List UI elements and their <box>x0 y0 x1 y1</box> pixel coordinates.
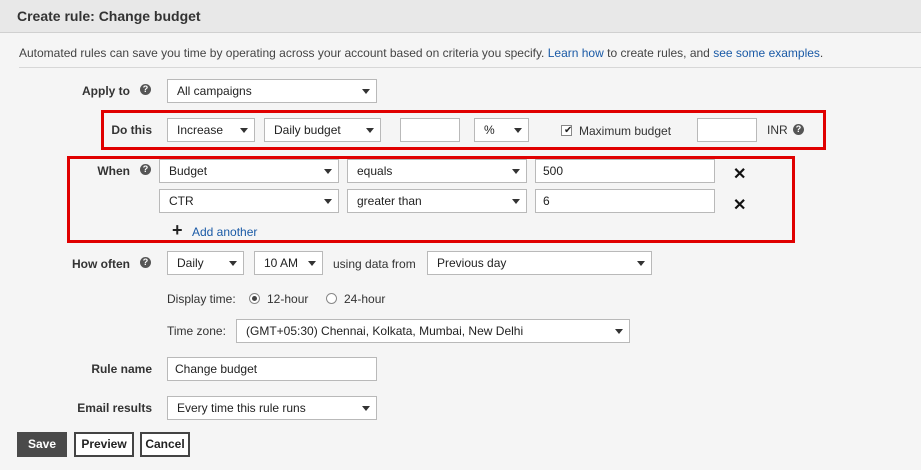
apply-to-select-value: All campaigns <box>177 84 252 98</box>
chevron-down-icon <box>324 169 332 174</box>
12-hour-radio[interactable] <box>249 293 260 304</box>
action-select-value: Increase <box>177 123 224 137</box>
budget-type-select-value: Daily budget <box>274 123 341 137</box>
dialog-title: Create rule: Change budget <box>17 8 201 24</box>
24-hour-radio[interactable] <box>326 293 337 304</box>
currency-label: INR <box>767 123 788 137</box>
how-often-label: How often <box>72 257 130 271</box>
time-zone-select-value: (GMT+05:30) Chennai, Kolkata, Mumbai, Ne… <box>246 324 524 338</box>
learn-how-link[interactable]: Learn how <box>548 46 604 60</box>
intro-text-part1: Automated rules can save you time by ope… <box>19 46 545 60</box>
display-time-label: Display time: <box>167 292 236 306</box>
condition-1-value-input[interactable]: 500 <box>535 159 715 183</box>
using-data-from-label: using data from <box>333 257 416 271</box>
apply-to-label: Apply to <box>82 84 130 98</box>
chevron-down-icon <box>512 169 520 174</box>
do-this-label: Do this <box>111 123 152 137</box>
chevron-down-icon <box>240 128 248 133</box>
date-range-select[interactable]: Previous day <box>427 251 652 275</box>
cancel-button[interactable]: Cancel <box>140 432 190 457</box>
divider <box>19 67 921 68</box>
time-select-value: 10 AM <box>264 256 299 270</box>
chevron-down-icon <box>637 261 645 266</box>
check-icon: ✔ <box>564 125 573 136</box>
24-hour-label: 24-hour <box>344 292 386 306</box>
maximum-budget-input[interactable] <box>697 118 757 142</box>
email-results-select-value: Every time this rule runs <box>177 401 306 415</box>
close-icon[interactable]: ✕ <box>733 167 746 183</box>
chevron-down-icon <box>308 261 316 266</box>
time-zone-select[interactable]: (GMT+05:30) Chennai, Kolkata, Mumbai, Ne… <box>236 319 630 343</box>
chevron-down-icon <box>362 406 370 411</box>
when-help-icon[interactable]: ? <box>140 164 151 175</box>
add-another-link[interactable]: Add another <box>192 225 257 239</box>
rule-name-input[interactable]: Change budget <box>167 357 377 381</box>
date-range-select-value: Previous day <box>437 256 507 270</box>
12-hour-label: 12-hour <box>267 292 309 306</box>
chevron-down-icon <box>512 199 520 204</box>
chevron-down-icon <box>514 128 522 133</box>
see-examples-link[interactable]: see some examples <box>713 46 820 60</box>
condition-2-metric-select[interactable]: CTR <box>159 189 339 213</box>
frequency-select-value: Daily <box>177 256 204 270</box>
unit-select[interactable]: % <box>474 118 529 142</box>
chevron-down-icon <box>324 199 332 204</box>
close-icon[interactable]: ✕ <box>733 198 746 214</box>
frequency-select[interactable]: Daily <box>167 251 244 275</box>
budget-type-select[interactable]: Daily budget <box>264 118 381 142</box>
action-select[interactable]: Increase <box>167 118 255 142</box>
plus-icon[interactable]: + <box>172 221 183 239</box>
condition-2-operator-select[interactable]: greater than <box>347 189 527 213</box>
preview-button[interactable]: Preview <box>74 432 134 457</box>
condition-1-metric-value: Budget <box>169 164 208 178</box>
chevron-down-icon <box>366 128 374 133</box>
maximum-budget-label: Maximum budget <box>579 124 672 138</box>
intro-text: Automated rules can save you time by ope… <box>19 46 823 60</box>
rule-name-label: Rule name <box>91 362 152 376</box>
condition-2-operator-value: greater than <box>357 194 422 208</box>
time-zone-label: Time zone: <box>167 324 226 338</box>
when-label: When <box>97 164 130 178</box>
email-results-select[interactable]: Every time this rule runs <box>167 396 377 420</box>
email-results-label: Email results <box>77 401 152 415</box>
condition-1-metric-select[interactable]: Budget <box>159 159 339 183</box>
maximum-budget-checkbox[interactable]: ✔ <box>561 125 572 136</box>
intro-text-part2: to create rules, and <box>607 46 710 60</box>
radio-selected-dot <box>252 296 257 301</box>
intro-text-part3: . <box>819 46 824 60</box>
apply-to-help-icon[interactable]: ? <box>140 84 151 95</box>
time-select[interactable]: 10 AM <box>254 251 323 275</box>
condition-1-operator-value: equals <box>357 164 393 178</box>
dialog-header: Create rule: Change budget <box>0 0 921 33</box>
amount-input[interactable] <box>400 118 460 142</box>
condition-2-metric-value: CTR <box>169 194 194 208</box>
unit-select-value: % <box>484 123 495 137</box>
chevron-down-icon <box>229 261 237 266</box>
how-often-help-icon[interactable]: ? <box>140 257 151 268</box>
condition-2-value-input[interactable]: 6 <box>535 189 715 213</box>
currency-help-icon[interactable]: ? <box>793 124 804 135</box>
save-button[interactable]: Save <box>17 432 67 457</box>
condition-1-operator-select[interactable]: equals <box>347 159 527 183</box>
apply-to-select[interactable]: All campaigns <box>167 79 377 103</box>
chevron-down-icon <box>362 89 370 94</box>
chevron-down-icon <box>615 329 623 334</box>
